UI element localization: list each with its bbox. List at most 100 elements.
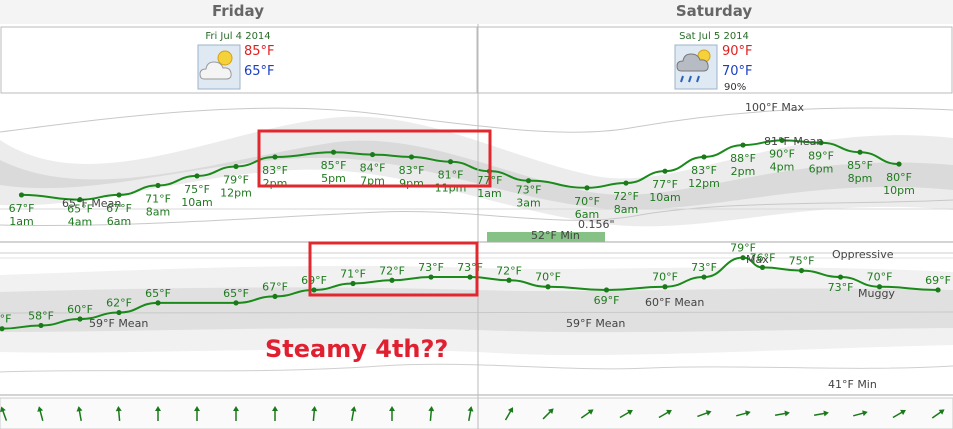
data-point[interactable] [896,161,902,167]
data-point[interactable] [662,168,668,174]
data-point[interactable] [662,284,668,290]
point-time-label: 8am [614,203,638,216]
temp-max-label: 100°F Max [745,101,805,114]
data-point[interactable] [935,287,941,293]
data-point[interactable] [155,182,161,189]
data-point[interactable] [837,274,844,280]
point-time-label: 1am [477,187,501,200]
data-point[interactable] [857,149,863,155]
data-point[interactable] [740,142,746,148]
date-friday: Fri Jul 4 2014 [205,31,270,42]
day-label-saturday: Saturday [676,2,753,20]
oppressive-label: Oppressive [832,248,894,261]
point-time-label: 1am [9,215,33,228]
point-value-label: 73°F [828,281,854,294]
data-point[interactable] [389,277,395,283]
muggy-label: Muggy [858,287,895,300]
precip-amount-label: 0.156" [578,218,615,231]
point-value-label: 65°F [145,287,171,300]
point-value-label: 62°F [106,297,132,310]
point-value-label: 70°F [652,271,678,284]
data-point[interactable] [428,274,434,280]
point-value-label: 65°F [223,287,249,300]
temp-mean-label-saturday: 81°F Mean [764,135,823,148]
point-value-label: 79°F [223,173,249,186]
point-value-label: 69°F [925,274,951,287]
data-point[interactable] [116,309,122,316]
data-point[interactable] [701,154,707,160]
point-value-label: 85°F [321,159,347,172]
data-point[interactable] [740,255,746,261]
point-value-label: 60°F [67,303,93,316]
point-value-label: 73°F [691,261,717,274]
point-value-label: 7°F [0,313,11,326]
point-value-label: 83°F [399,164,425,177]
point-value-label: 89°F [808,150,834,163]
data-point[interactable] [603,287,610,293]
day-header-bar [0,0,953,24]
wind-strip [0,397,953,429]
point-value-label: 69°F [301,274,327,287]
data-point[interactable] [584,185,590,191]
point-value-label: 81°F [438,169,464,182]
data-point[interactable] [525,178,532,184]
point-time-label: 6pm [809,163,834,176]
point-value-label: 73°F [457,261,483,274]
point-value-label: 67°F [9,202,35,215]
dewpoint-min-label: 41°F Min [828,378,877,391]
date-saturday: Sat Jul 5 2014 [679,31,749,42]
data-point[interactable] [77,316,83,322]
point-value-label: 72°F [496,264,522,277]
data-point[interactable] [155,300,161,306]
data-point[interactable] [38,322,44,329]
data-point[interactable] [233,300,239,306]
data-point[interactable] [369,151,376,158]
point-value-label: 80°F [886,171,912,184]
data-point[interactable] [623,180,629,186]
point-value-label: 71°F [145,192,171,205]
data-point[interactable] [545,284,551,290]
dewpoint-mean-label-2: 59°F Mean [566,317,625,330]
precip-chance-saturday: 90% [724,82,746,93]
data-point[interactable] [467,274,473,280]
data-point[interactable] [272,154,278,160]
point-time-label: 6am [107,215,131,228]
high-temp-friday: 85°F [244,44,275,59]
point-time-label: 10am [649,191,680,204]
dewpoint-mean-label-3: 60°F Mean [645,296,704,309]
point-time-label: 12pm [688,177,720,190]
point-value-label: 75°F [789,255,815,268]
low-temp-saturday: 70°F [722,64,753,79]
data-point[interactable] [506,277,512,283]
data-point[interactable] [330,149,337,155]
point-value-label: 90°F [769,147,795,160]
data-point[interactable] [701,274,707,280]
temp-min-label: 52°F Min [531,229,580,242]
high-temp-saturday: 90°F [722,44,753,59]
point-time-label: 9pm [399,177,424,190]
partly-cloudy-icon [197,44,241,90]
point-time-label: 4pm [770,160,795,173]
data-point[interactable] [447,159,454,165]
data-point[interactable] [272,293,278,300]
point-time-label: 8am [146,205,170,218]
point-value-label: 70°F [574,195,600,208]
point-value-label: 72°F [613,190,639,203]
data-point[interactable] [233,163,239,170]
data-point[interactable] [311,287,317,293]
dewpoint-max-label: Max [746,253,769,266]
point-time-label: 2pm [731,165,756,178]
point-time-label: 10pm [883,184,915,197]
point-value-label: 88°F [730,152,756,165]
point-time-label: 4am [68,216,92,229]
data-point[interactable] [798,267,805,274]
data-point[interactable] [194,173,200,179]
data-point[interactable] [350,280,356,287]
weather-forecast-chart: Friday Saturday Fri Jul 4 2014 Sat Jul 5… [0,0,953,429]
point-time-label: 12pm [220,186,252,199]
thunderstorm-rain-icon [674,44,718,90]
data-point[interactable] [408,154,415,160]
point-value-label: 67°F [262,280,288,293]
point-time-label: 10am [181,196,212,209]
data-point[interactable] [18,192,25,198]
